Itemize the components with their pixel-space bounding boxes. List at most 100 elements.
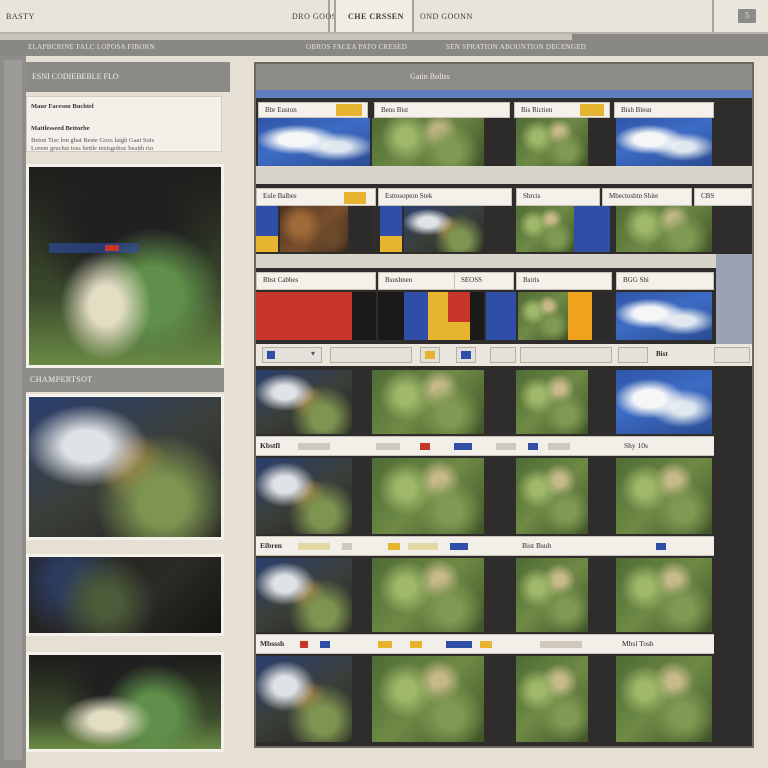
row1-label[interactable]: Bens Bist xyxy=(374,102,510,118)
strip-right-label: Shy 10s xyxy=(624,441,648,450)
row3-label[interactable]: Bbst Cabbes xyxy=(256,272,376,290)
grid-image[interactable] xyxy=(256,558,352,632)
chip xyxy=(420,443,430,450)
row2-label[interactable]: Mbectosbtn Shite xyxy=(602,188,692,206)
chip xyxy=(298,543,330,550)
grid-image[interactable] xyxy=(404,206,484,252)
grid-image[interactable] xyxy=(616,206,712,252)
row2-label[interactable]: Sbrcis xyxy=(516,188,600,206)
row3-label[interactable]: Bsusbnen xyxy=(378,272,458,290)
subbar-right-text[interactable]: SEN SPRATION ABOUNTION DECENGED xyxy=(446,43,586,51)
color-tag xyxy=(580,104,604,116)
grid-image[interactable] xyxy=(372,458,484,534)
row2-label[interactable]: Esttosopton Stek xyxy=(378,188,512,206)
color-block xyxy=(352,292,376,340)
chip xyxy=(342,543,352,550)
sidebar-thumbnail[interactable] xyxy=(26,394,224,540)
grid-spacer xyxy=(350,206,372,252)
subbar-left-text[interactable]: ELAPBCRINE FALC LOPOSA FIBORN xyxy=(28,43,155,51)
grid-image[interactable] xyxy=(518,292,568,340)
grid-image[interactable] xyxy=(258,118,370,166)
side-preview-edge xyxy=(716,254,752,344)
color-tag xyxy=(336,104,362,116)
grid-image[interactable] xyxy=(616,558,712,632)
right-margin xyxy=(756,62,768,748)
filter-toggle[interactable] xyxy=(714,347,750,363)
row1-label[interactable]: Bish Blesn xyxy=(614,102,714,118)
chip xyxy=(656,543,666,550)
sidebar-thumbnail[interactable] xyxy=(26,554,224,636)
sidebar-preview-large[interactable] xyxy=(26,164,224,368)
grid-image[interactable] xyxy=(280,206,348,252)
color-block xyxy=(568,292,592,340)
chip xyxy=(376,443,400,450)
color-block xyxy=(448,322,470,340)
preview-marker xyxy=(105,245,119,251)
grid-image[interactable] xyxy=(372,558,484,632)
grid-image[interactable] xyxy=(616,458,712,534)
grid-image[interactable] xyxy=(516,656,588,742)
chip xyxy=(408,543,438,550)
tab-active-label: CHE CRSSEN xyxy=(348,12,404,21)
sidebar-section-label: CHAMPERTSOT xyxy=(30,375,93,384)
sidebar-section-bar: CHAMPERTSOT xyxy=(26,368,224,392)
grid-image[interactable] xyxy=(616,370,712,434)
grid-image[interactable] xyxy=(516,118,588,166)
grid-image[interactable] xyxy=(256,656,352,742)
grid-image[interactable] xyxy=(516,458,588,534)
color-block xyxy=(428,292,448,340)
grid-image[interactable] xyxy=(616,292,712,340)
subbar-mid-text[interactable]: OBROS FACEA PATO CRESED xyxy=(306,43,407,51)
grid-image[interactable] xyxy=(616,656,712,742)
filter-dropdown[interactable]: ▾ xyxy=(262,347,322,363)
tab-active[interactable]: CHE CRSSEN xyxy=(334,0,414,32)
notification-badge[interactable]: 5 xyxy=(738,9,756,23)
sidebar-thumbnail[interactable] xyxy=(26,652,224,752)
chip xyxy=(410,641,422,648)
chip xyxy=(528,443,538,450)
left-scroll-track[interactable] xyxy=(4,60,22,760)
secondary-toolbar-highlight xyxy=(0,34,572,40)
preview-band xyxy=(49,243,139,253)
row3-label[interactable]: Bstris xyxy=(516,272,612,290)
filter-toggle[interactable] xyxy=(490,347,516,363)
grid-image[interactable] xyxy=(516,206,574,252)
filter-label: Bist xyxy=(656,350,668,358)
grid-image[interactable] xyxy=(256,458,352,534)
grid-image[interactable] xyxy=(372,656,484,742)
row3-label[interactable]: SEOSS xyxy=(454,272,514,290)
grid-image[interactable] xyxy=(372,370,484,434)
filter-input[interactable] xyxy=(330,347,412,363)
chip xyxy=(300,641,308,648)
sidebar-info-line: Beton Tisc lon ghat Beste Gocs laigh Gaa… xyxy=(31,137,155,144)
color-block xyxy=(404,292,428,340)
color-block xyxy=(256,206,278,236)
color-block xyxy=(486,292,516,340)
chip xyxy=(298,443,330,450)
grid-image[interactable] xyxy=(616,118,712,166)
row3-label[interactable]: BGG Shi xyxy=(616,272,714,290)
chip xyxy=(480,641,492,648)
grid-image[interactable] xyxy=(256,370,352,434)
filter-toggle[interactable] xyxy=(618,347,648,363)
chip xyxy=(320,641,330,648)
sidebar-info-subtitle: Mattlesseed Bettorbe xyxy=(31,125,90,132)
grid-image[interactable] xyxy=(516,370,588,434)
filter-swatch-button[interactable] xyxy=(456,347,476,363)
chevron-down-icon: ▾ xyxy=(311,349,316,358)
grid-image[interactable] xyxy=(516,558,588,632)
color-block xyxy=(574,206,610,252)
row2-label[interactable]: CBS xyxy=(694,188,752,206)
chip xyxy=(454,443,472,450)
row-divider xyxy=(256,254,752,268)
color-block xyxy=(378,292,404,340)
chip xyxy=(450,543,468,550)
grid-image[interactable] xyxy=(372,118,484,166)
color-block xyxy=(470,292,484,340)
strip-label: Mbsssh xyxy=(260,639,285,648)
chip xyxy=(496,443,516,450)
filter-input[interactable] xyxy=(520,347,612,363)
filter-swatch-button[interactable] xyxy=(420,347,440,363)
toolbar-right-label[interactable]: OND GOONN xyxy=(420,12,473,21)
color-tag xyxy=(344,192,366,204)
